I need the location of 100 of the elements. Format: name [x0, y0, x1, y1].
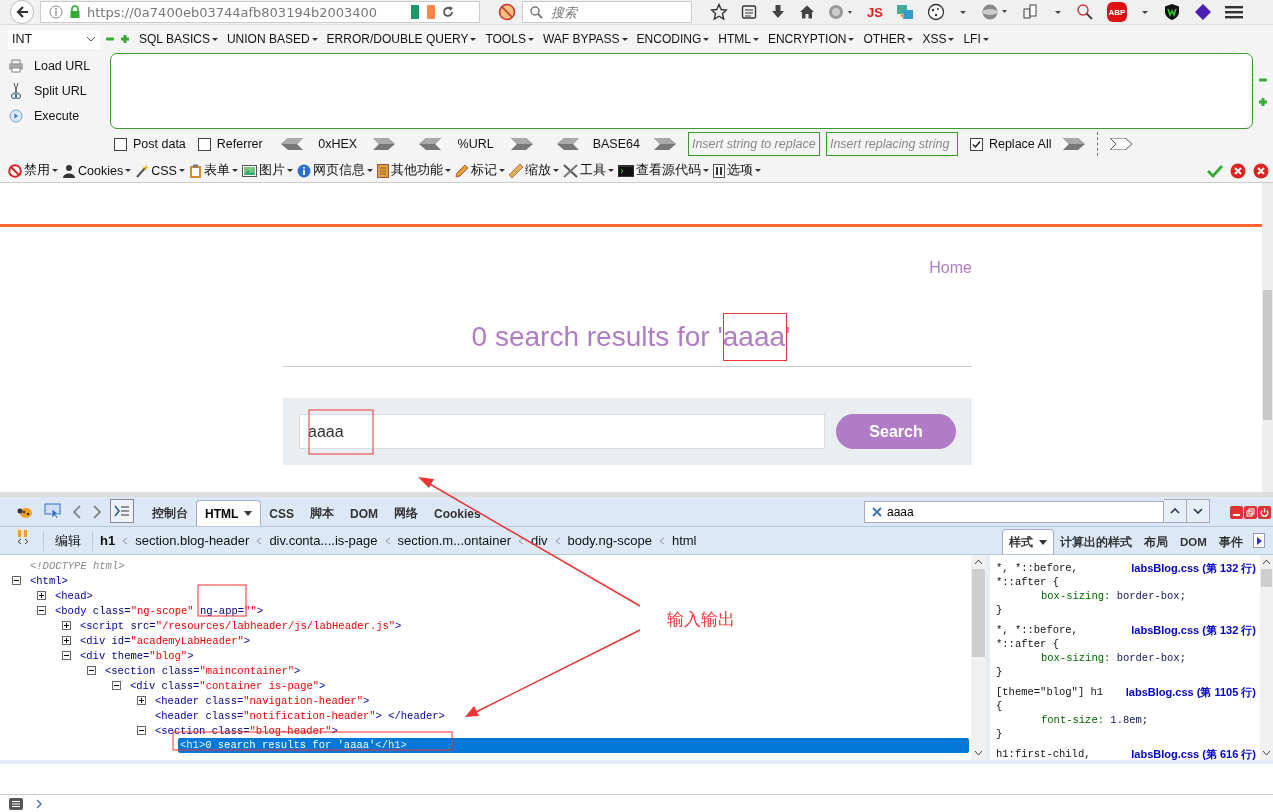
hackbar-action-button[interactable]: Split URL [8, 80, 110, 102]
markup-line[interactable]: <body class="ng-scope" ng-app=""> [53, 604, 265, 617]
hackbar-menu[interactable]: LFI [963, 32, 989, 46]
devtools-tab[interactable]: Cookies [426, 501, 489, 526]
expand-toggle[interactable] [37, 591, 46, 600]
toolbar-menu[interactable]: 网页信息 [296, 162, 373, 179]
console-menu-icon[interactable] [9, 797, 23, 810]
encode-arrow-icon[interactable] [510, 138, 533, 150]
type-select[interactable]: INT [8, 29, 100, 49]
reload-icon[interactable] [441, 5, 455, 19]
search-field[interactable]: aaaa [864, 501, 1164, 523]
chevron-down-icon[interactable] [974, 750, 983, 756]
replace-field[interactable]: Insert string to replace [687, 132, 820, 156]
search-icon[interactable] [1075, 3, 1094, 21]
markup-line[interactable]: <div id="academyLabHeader"> [78, 634, 253, 647]
css-declaration[interactable]: box-sizing: border-box; [996, 651, 1256, 665]
collapse-toggle[interactable] [112, 681, 121, 690]
checkbox[interactable]: Referrer [197, 137, 263, 151]
css-declaration[interactable]: font-size: 1.8em; [996, 713, 1256, 727]
download-icon[interactable] [770, 4, 786, 20]
toolbar-menu[interactable]: CSS [135, 163, 185, 178]
close-icon[interactable] [1230, 162, 1246, 179]
encode-arrow-icon[interactable] [1110, 138, 1133, 150]
checkmark-icon[interactable] [1207, 163, 1223, 178]
breadcrumb[interactable]: div [531, 533, 548, 548]
toolbar-menu[interactable]: 查看源代码 [617, 162, 709, 179]
markup-line[interactable]: <header class="notification-header"> </header> [153, 709, 447, 722]
stylesheet-link[interactable]: labsBlog.css (第 132 行) [1131, 623, 1256, 651]
checkbox[interactable]: Replace All [969, 137, 1052, 151]
markup-line[interactable]: <section class="blog-header"> [153, 724, 340, 737]
diamond-icon[interactable] [1193, 3, 1212, 21]
prompt-icon[interactable] [35, 798, 43, 809]
devices-icon[interactable] [1021, 3, 1040, 21]
breadcrumb[interactable]: div.conta....is-page [269, 533, 378, 548]
side-panel-tab[interactable]: DOM [1174, 530, 1213, 554]
stylesheet-link[interactable]: labsBlog.css (第 132 行) [1131, 561, 1256, 589]
toolbar-menu[interactable]: Cookies [62, 163, 132, 178]
toolbar-menu[interactable]: 表单 [188, 162, 238, 179]
devtools-tab[interactable]: HTML [196, 500, 262, 526]
bug-icon[interactable] [16, 505, 34, 519]
css-declaration[interactable]: box-sizing: border-box; [996, 589, 1256, 603]
toolbar-menu[interactable]: 其他功能 [376, 162, 451, 179]
inspect-icon[interactable] [44, 503, 62, 519]
blocked-icon[interactable] [498, 3, 516, 21]
hackbar-action-button[interactable]: Load URL [8, 54, 110, 77]
hackbar-menu[interactable]: ENCODING [636, 32, 710, 46]
detach-icon[interactable] [1244, 506, 1257, 519]
scroll-thumb[interactable] [972, 569, 985, 657]
markup-line[interactable]: <section class="maincontainer"> [103, 664, 303, 677]
shield-icon[interactable] [1162, 3, 1181, 21]
expand-toggle[interactable] [62, 636, 71, 645]
devtools-tab[interactable]: DOM [342, 501, 386, 526]
chevron-up-icon[interactable] [974, 559, 983, 565]
address-bar[interactable]: https://0a7400eb03744afb803194b2003400 [40, 1, 480, 23]
hackbar-menu[interactable]: ENCRYPTION [767, 32, 855, 46]
scrollbar[interactable] [1260, 555, 1273, 760]
markup-line[interactable]: <script src="/resources/labheader/js/labHeader.js"> [78, 619, 404, 632]
checkbox-box[interactable] [197, 137, 211, 151]
markup-line[interactable]: <!DOCTYPE html> [28, 559, 127, 572]
plus-icon[interactable] [1258, 97, 1268, 107]
search-input[interactable]: aaaa [299, 414, 825, 449]
search-field[interactable]: 搜索 [522, 1, 692, 23]
close-icon[interactable] [1253, 162, 1269, 179]
scroll-thumb[interactable] [1261, 569, 1272, 587]
hackbar-menu[interactable]: TOOLS [485, 32, 534, 46]
breadcrumb[interactable]: h1 [100, 533, 116, 548]
bookmark-star-icon[interactable] [710, 3, 728, 21]
decode-arrow-icon[interactable] [556, 138, 579, 150]
toolbar-menu[interactable]: 标记 [454, 162, 505, 179]
collapse-toggle[interactable] [37, 606, 46, 615]
power-icon[interactable] [1258, 506, 1271, 519]
side-panel-tab[interactable]: 布局 [1138, 530, 1174, 554]
breadcrumb[interactable]: section.blog-header [135, 533, 250, 548]
hackbar-menu[interactable]: WAF BYPASS [542, 32, 628, 46]
sync-icon[interactable] [980, 3, 1009, 21]
markup-line[interactable]: <html> [28, 574, 70, 587]
command-editor-button[interactable] [110, 499, 134, 523]
devtools-tab[interactable]: 控制台 [144, 501, 196, 526]
scroll-thumb[interactable] [1263, 290, 1272, 420]
checkbox-box[interactable] [969, 137, 983, 151]
ad-block-button[interactable]: ABP [1106, 2, 1127, 22]
breadcrumb[interactable]: html [671, 533, 697, 548]
chevron-up-icon[interactable] [1262, 559, 1271, 565]
replace-field[interactable]: Insert replacing string [825, 132, 958, 156]
markup-line[interactable]: <div class="container is-page"> [128, 679, 328, 692]
devtools-tab[interactable]: 脚本 [302, 501, 342, 526]
markup-line[interactable]: <div theme="blog"> [78, 649, 196, 662]
hackbar-action-button[interactable]: Execute [8, 105, 110, 128]
scrollbar[interactable] [1262, 183, 1273, 492]
expand-toggle[interactable] [137, 696, 146, 705]
info-icon[interactable] [49, 5, 63, 19]
minimize-icon[interactable] [1230, 506, 1243, 519]
devtools-tab[interactable]: 网络 [386, 501, 426, 526]
toolbar-menu[interactable]: 禁用 [8, 162, 58, 179]
previous-match-button[interactable] [1164, 499, 1187, 523]
side-panel-tab[interactable]: 事件 [1212, 530, 1249, 554]
toolbar-menu[interactable]: 工具 [562, 162, 614, 179]
back-button[interactable] [10, 0, 34, 24]
markup-line[interactable]: <header class="navigation-header"> [153, 694, 372, 707]
collapse-toggle[interactable] [87, 666, 96, 675]
